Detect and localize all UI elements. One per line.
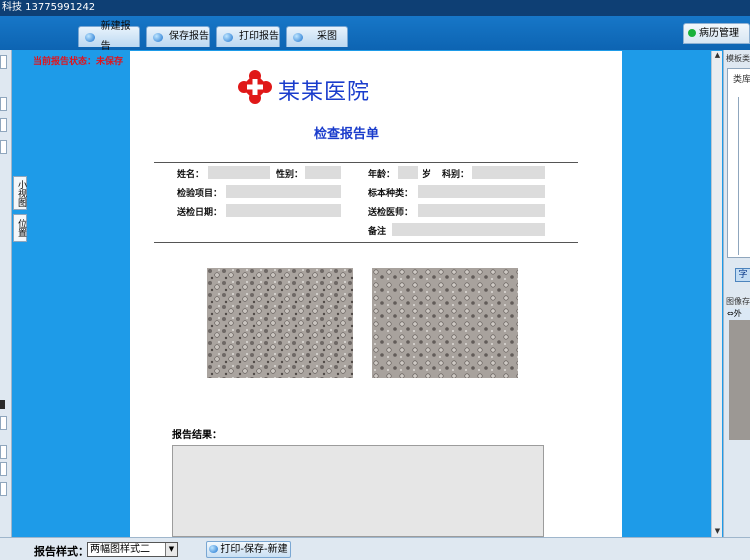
name-field[interactable] xyxy=(208,166,270,179)
panel-button[interactable] xyxy=(0,97,7,111)
doctor-field[interactable] xyxy=(418,204,545,217)
department-label: 科别： xyxy=(442,170,470,180)
result-textarea[interactable] xyxy=(172,445,544,537)
send-date-field[interactable] xyxy=(226,204,341,217)
globe-icon xyxy=(293,32,303,42)
image-tree-item[interactable]: ⇔外 xyxy=(727,308,750,320)
send-date-label: 送检日期： xyxy=(177,208,223,218)
toolbar: 新建报告 保存报告 打印报告 采图 xyxy=(0,16,750,52)
panel-button[interactable] xyxy=(0,462,7,476)
chevron-down-icon[interactable]: ▼ xyxy=(165,543,177,556)
exam-item-field[interactable] xyxy=(226,185,341,198)
globe-icon xyxy=(153,32,163,42)
bottom-bar: 报告样式： 两幅图样式二 ▼ 打印-保存-新建 xyxy=(0,537,750,560)
gender-field[interactable] xyxy=(305,166,341,179)
font-button[interactable]: 字 xyxy=(735,268,750,282)
right-panel: 模板类 类库 字 图像存 ⇔外 xyxy=(723,50,750,537)
report-paper: 某某医院 检查报告单 姓名： 性别： 年龄： 岁 科别： 检验项目： 标本种类：… xyxy=(130,51,622,537)
print-report-button[interactable]: 打印报告 xyxy=(216,26,280,47)
scroll-up-icon[interactable]: ▲ xyxy=(713,51,722,61)
microscope-image-1[interactable] xyxy=(207,268,353,378)
image-thumbnail[interactable] xyxy=(729,320,750,440)
divider xyxy=(154,162,578,163)
app-window: 科技 13775991242 新建报告 保存报告 打印报告 采图 病历管理 小视… xyxy=(0,0,750,560)
hospital-name: 某某医院 xyxy=(278,80,371,105)
report-style-select[interactable]: 两幅图样式二 ▼ xyxy=(87,542,178,557)
panel-button[interactable] xyxy=(0,416,7,430)
template-section-label: 模板类 xyxy=(726,54,750,63)
folder-icon: ⇔ xyxy=(727,309,734,318)
globe-icon xyxy=(85,32,95,42)
panel-marker xyxy=(0,400,5,409)
image-section-label: 图像存 xyxy=(726,297,750,306)
panel-button[interactable] xyxy=(0,482,7,496)
globe-icon xyxy=(223,32,233,42)
globe-icon xyxy=(209,545,219,553)
title-bar: 科技 13775991242 xyxy=(0,0,750,16)
name-label: 姓名： xyxy=(177,170,205,180)
report-status: 当前报告状态：未保存 xyxy=(33,57,124,67)
scroll-down-icon[interactable]: ▼ xyxy=(713,527,722,537)
specimen-label: 标本种类： xyxy=(368,189,414,199)
tab-emr-management[interactable]: 病历管理 xyxy=(683,23,750,44)
tab-template-library[interactable]: 类库 xyxy=(733,72,750,85)
tab-position[interactable]: 位置 xyxy=(13,214,27,242)
specimen-field[interactable] xyxy=(418,185,545,198)
vertical-scrollbar[interactable]: ▲ ▼ xyxy=(711,51,722,537)
age-label: 年龄： xyxy=(368,170,396,180)
title-text: 科技 13775991242 xyxy=(2,2,96,13)
panel-button[interactable] xyxy=(0,118,7,132)
panel-button[interactable] xyxy=(0,55,7,69)
capture-image-button[interactable]: 采图 xyxy=(286,26,348,47)
remark-label: 备注 xyxy=(368,227,387,237)
left-panel xyxy=(0,50,12,537)
age-unit: 岁 xyxy=(422,170,432,180)
hospital-cross-icon xyxy=(238,70,272,104)
divider xyxy=(154,242,578,243)
new-report-button[interactable]: 新建报告 xyxy=(78,21,140,52)
template-tree[interactable] xyxy=(738,97,750,255)
template-list[interactable]: 类库 xyxy=(727,68,750,258)
status-dot-icon xyxy=(688,29,696,37)
report-title: 检查报告单 xyxy=(314,127,380,142)
microscope-image-2[interactable] xyxy=(372,268,518,378)
tab-small-view[interactable]: 小视图 xyxy=(13,176,27,210)
report-style-label: 报告样式： xyxy=(34,545,89,558)
panel-button[interactable] xyxy=(0,445,7,459)
department-field[interactable] xyxy=(472,166,545,179)
doctor-label: 送检医师： xyxy=(368,208,414,218)
print-save-new-button[interactable]: 打印-保存-新建 xyxy=(206,541,291,558)
gender-label: 性别： xyxy=(276,170,304,180)
panel-button[interactable] xyxy=(0,140,7,154)
result-label: 报告结果： xyxy=(172,430,222,441)
remark-field[interactable] xyxy=(392,223,545,236)
age-field[interactable] xyxy=(398,166,418,179)
exam-item-label: 检验项目： xyxy=(177,189,223,199)
save-report-button[interactable]: 保存报告 xyxy=(146,26,210,47)
